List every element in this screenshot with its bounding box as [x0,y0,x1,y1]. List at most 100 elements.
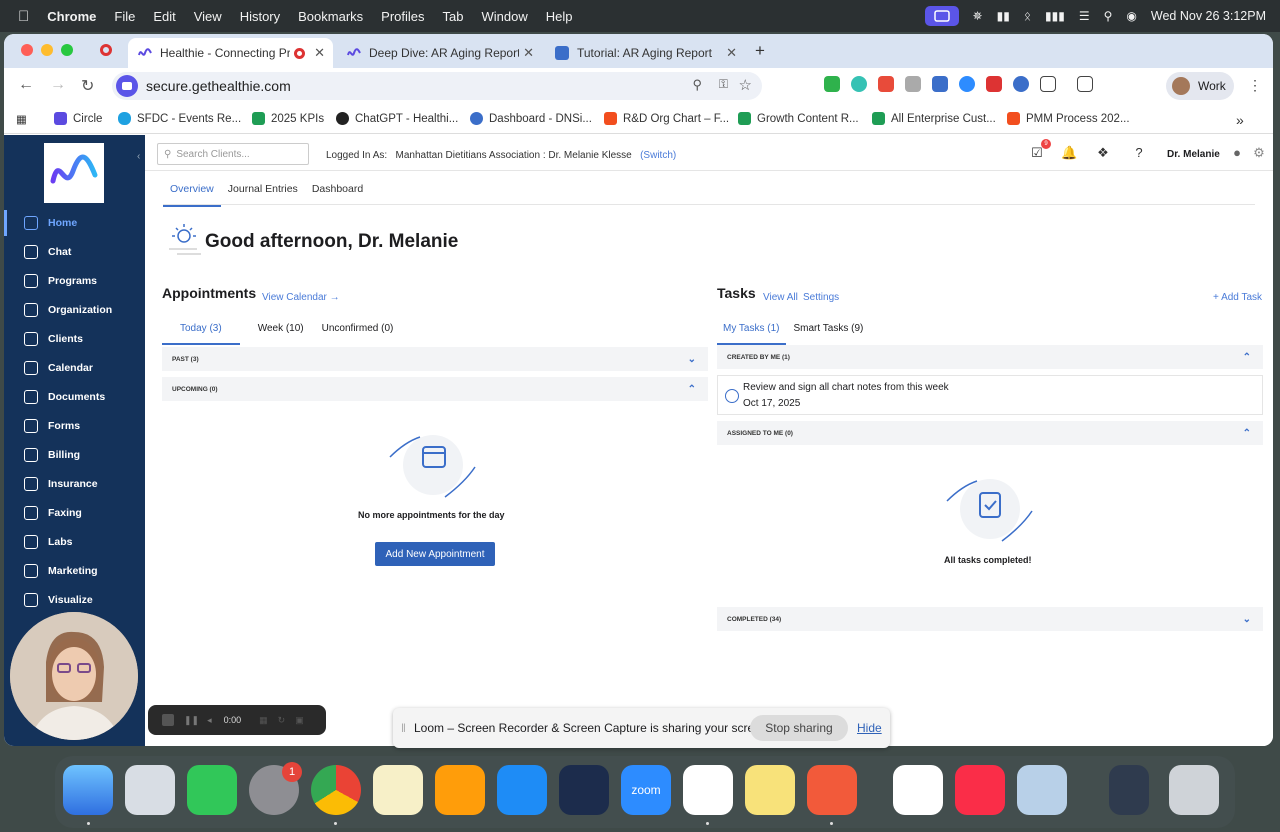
stop-sharing-button[interactable]: Stop sharing [750,715,848,741]
bookmark-chatgpt[interactable]: ChatGPT - Healthi... [336,112,458,125]
numbers-icon[interactable] [187,765,237,815]
preview-icon[interactable] [1017,765,1067,815]
stickies-icon[interactable] [745,765,795,815]
restart-icon[interactable]: ↻ [278,715,286,726]
minimize-window-button[interactable] [41,44,53,56]
menu-bookmarks[interactable]: Bookmarks [298,9,363,24]
sidebar-item-marketing[interactable]: Marketing [4,558,145,584]
extension-badge-icon[interactable] [932,76,948,92]
back-icon[interactable]: ← [18,76,34,94]
bluetooth-icon[interactable]: ᛟ [1024,9,1031,23]
app-store-icon[interactable] [497,765,547,815]
wifi-icon[interactable]: ☰ [1079,9,1090,23]
notion-icon[interactable] [893,765,943,815]
task-checkbox[interactable] [725,389,739,403]
loom-icon[interactable]: ✵ [973,9,983,23]
upcoming-appointments-accordion[interactable]: UPCOMING (0) ⌃ [162,377,708,401]
tab-today[interactable]: Today (3) [162,323,240,345]
password-manager-icon[interactable] [1013,76,1029,92]
tab-smart-tasks[interactable]: Smart Tasks (9) [794,323,864,345]
user-avatar-icon[interactable]: ● [1229,145,1245,161]
sidebar-item-organization[interactable]: Organization [4,297,145,323]
new-tab-button[interactable]: + [755,41,765,61]
menu-tab[interactable]: Tab [443,9,464,24]
profile-button[interactable]: Work [1166,72,1234,100]
created-by-me-accordion[interactable]: CREATED BY ME (1) ⌃ [717,345,1263,369]
tab-search-icon[interactable] [1077,76,1093,92]
bookmark-enterprise[interactable]: All Enterprise Cust... [872,112,996,125]
tab-week[interactable]: Week (10) [258,323,304,345]
menu-app-name[interactable]: Chrome [47,9,96,24]
tab-dashboard[interactable]: Dashboard [305,179,370,207]
bookmark-kpis[interactable]: 2025 KPIs [252,112,324,125]
hide-button[interactable]: Hide [857,721,882,735]
view-all-tasks-link[interactable]: View All [763,292,798,303]
menu-history[interactable]: History [240,9,280,24]
screen-record-icon[interactable] [924,6,959,26]
forward-icon[interactable]: → [50,76,66,94]
bookmark-sfdc[interactable]: SFDC - Events Re... [118,112,241,125]
tab-my-tasks[interactable]: My Tasks (1) [717,323,786,345]
camera-extension-icon[interactable] [905,76,921,92]
pages-icon[interactable] [435,765,485,815]
bookmark-star-icon[interactable]: ☆ [739,76,752,94]
quicktime-icon[interactable] [559,765,609,815]
music-icon[interactable] [955,765,1005,815]
extension-teal-icon[interactable] [851,76,867,92]
audio-icon[interactable]: ▮▮ [997,9,1010,23]
extension-green-icon[interactable] [824,76,840,92]
apps-grid-icon[interactable]: ▦ [16,112,27,126]
sidebar-item-home[interactable]: Home [4,210,145,236]
user-name[interactable]: Dr. Melanie [1167,149,1220,160]
loom-app-icon[interactable] [807,765,857,815]
close-tab-icon[interactable]: ✕ [726,45,737,61]
apple-icon[interactable]:  [18,8,29,25]
sidebar-item-billing[interactable]: Billing [4,442,145,468]
rewind-icon[interactable]: ◂ [207,715,212,726]
integrations-icon[interactable]: ❖ [1095,145,1111,161]
trash-icon[interactable]: ▣ [295,715,304,726]
sidebar-item-faxing[interactable]: Faxing [4,500,145,526]
completed-tasks-accordion[interactable]: COMPLETED (34) ⌄ [717,607,1263,631]
close-window-button[interactable] [21,44,33,56]
bookmark-dashboard[interactable]: Dashboard - DNSi... [470,112,592,125]
stop-icon[interactable] [162,714,174,726]
past-appointments-accordion[interactable]: PAST (3) ⌄ [162,347,708,371]
bookmark-circle[interactable]: Circle [54,112,102,125]
clock[interactable]: Wed Nov 26 3:12PM [1151,9,1266,23]
chrome-icon[interactable] [311,765,361,815]
control-center-icon[interactable]: ◉ [1126,9,1136,23]
menu-view[interactable]: View [194,9,222,24]
pause-icon[interactable]: ❚❚ [184,715,199,726]
sidebar-item-documents[interactable]: Documents [4,384,145,410]
add-new-appointment-button[interactable]: Add New Appointment [375,542,495,566]
slack-icon[interactable] [683,765,733,815]
more-bookmarks-icon[interactable]: » [1236,112,1244,128]
site-info-icon[interactable] [116,75,138,97]
bookmark-org-chart[interactable]: R&D Org Chart – F... [604,112,729,125]
switch-account-link[interactable]: (Switch) [640,150,676,161]
tab-overview[interactable]: Overview [163,179,221,207]
tab-unconfirmed[interactable]: Unconfirmed (0) [322,323,394,345]
extension-red-icon[interactable] [878,76,894,92]
view-calendar-link[interactable]: View Calendar → [262,292,340,303]
tab-journal-entries[interactable]: Journal Entries [221,179,305,207]
search-clients-input[interactable]: ⚲ Search Clients... [157,143,309,165]
spotlight-icon[interactable]: ⚲ [1104,9,1113,23]
healthie-logo[interactable] [44,143,104,203]
launchpad-icon[interactable] [125,765,175,815]
add-task-link[interactable]: + Add Task [1213,292,1262,303]
draw-icon[interactable]: ▦ [259,715,268,726]
help-icon[interactable]: ? [1131,145,1147,161]
bookmark-growth[interactable]: Growth Content R... [738,112,859,125]
task-settings-link[interactable]: Settings [803,292,839,303]
sidebar-item-labs[interactable]: Labs [4,529,145,555]
bookmark-pmm[interactable]: PMM Process 202... [1007,112,1130,125]
drag-handle-icon[interactable]: ‖ [401,721,406,735]
zoom-icon[interactable]: ⚲ [692,77,702,93]
sidebar-item-calendar[interactable]: Calendar [4,355,145,381]
zoom-window-button[interactable] [61,44,73,56]
sidebar-item-chat[interactable]: Chat [4,239,145,265]
address-bar[interactable]: secure.gethealthie.com ⚲ ⚿ ☆ [112,72,762,100]
collapse-sidebar-icon[interactable]: ‹ [137,151,140,162]
